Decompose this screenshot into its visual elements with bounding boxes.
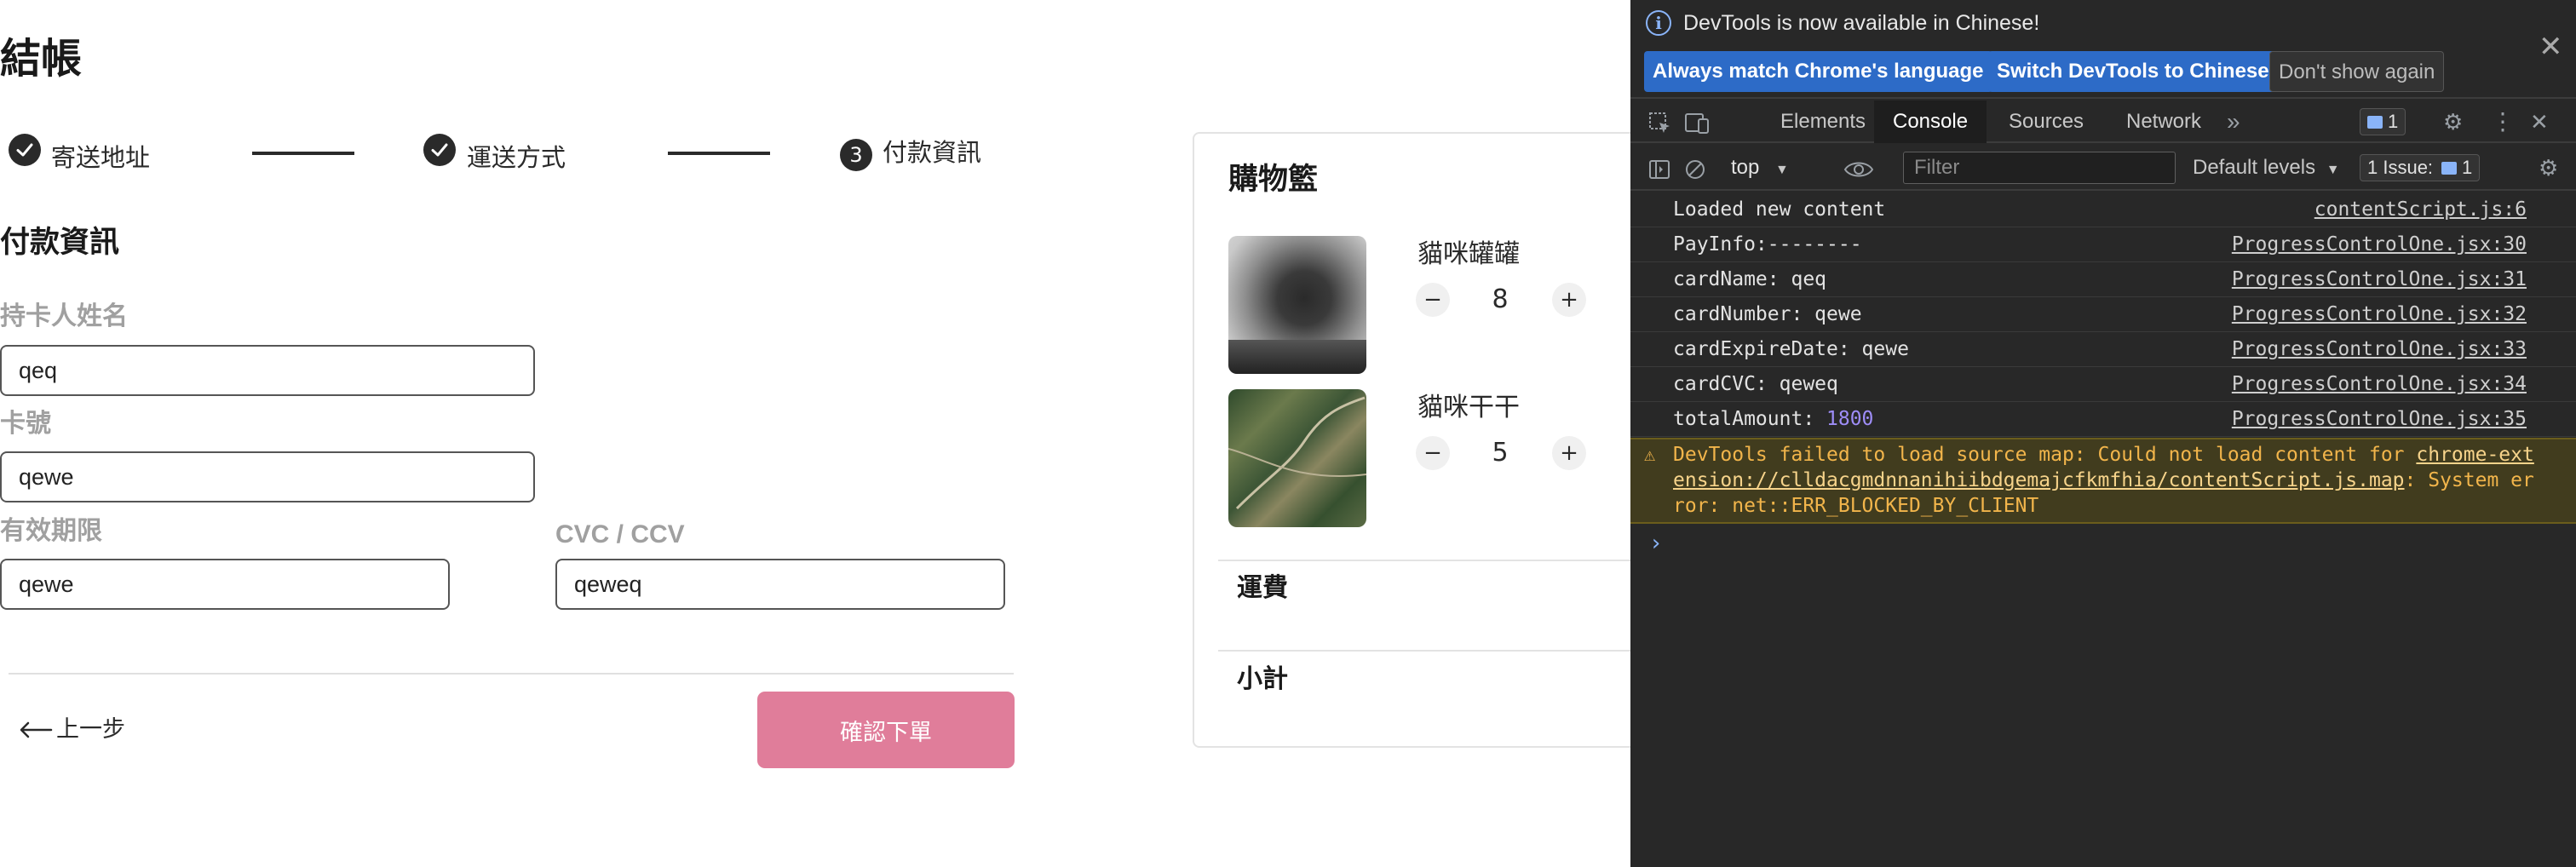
switch-to-chinese-button[interactable]: Switch DevTools to Chinese [1988,51,2278,92]
page-title: 結帳 [0,35,83,83]
tab-elements[interactable]: Elements [1770,100,1876,143]
item-quantity: 8 [1492,284,1509,314]
cart-title: 購物籃 [1228,163,1319,197]
console-log-row: totalAmount: 1800 ProgressControlOne.jsx… [1630,402,2576,437]
step-1-label: 寄送地址 [51,143,151,172]
step-3-number-icon: 3 [840,139,872,171]
notice-text: DevTools is now available in Chinese! [1683,11,2040,35]
cvc-input[interactable]: qeweq [555,559,1005,610]
decrease-qty-button[interactable]: − [1416,436,1450,470]
expire-date-input[interactable]: qewe [0,559,450,610]
messages-badge[interactable]: 1 [2360,108,2406,135]
card-number-label: 卡號 [0,409,51,439]
source-link[interactable]: ProgressControlOne.jsx:35 [2232,406,2527,432]
console-log-row: Loaded new content contentScript.js:6 [1630,192,2576,227]
step-1-check-icon [9,134,41,166]
console-log-row: cardCVC: qeweq ProgressControlOne.jsx:34 [1630,367,2576,402]
console-filter-input[interactable]: Filter [1903,152,2176,184]
close-notice-icon[interactable]: ✕ [2539,32,2563,61]
form-divider [9,673,1014,675]
message-icon [2367,115,2383,129]
step-2-label: 運送方式 [467,143,566,172]
tab-console[interactable]: Console [1874,100,1987,143]
back-label: 上一步 [56,716,125,743]
product-image-cat-can [1228,236,1366,374]
increase-qty-button[interactable]: + [1552,283,1586,317]
product-image-cat-dry-food [1228,389,1366,527]
item-quantity: 5 [1492,438,1509,468]
live-expression-eye-icon[interactable] [1843,146,1874,189]
more-options-icon[interactable]: ⋮ [2491,100,2515,143]
console-settings-gear-icon[interactable]: ⚙ [2539,146,2558,189]
card-name-input[interactable]: qeq [0,345,535,396]
inspect-element-icon[interactable] [1647,100,1673,143]
increase-qty-button[interactable]: + [1552,436,1586,470]
context-selector[interactable]: top ▼ [1731,153,1789,185]
dropdown-arrow-icon: ▼ [1775,163,1789,177]
devtools-tab-bar: Elements Console Sources Network » 1 ⚙ ⋮… [1630,100,2576,143]
console-log-row: cardName: qeq ProgressControlOne.jsx:31 [1630,262,2576,297]
device-toolbar-icon[interactable] [1683,100,1711,143]
issues-badge[interactable]: 1 Issue: 1 [2360,154,2481,181]
info-icon: i [1646,10,1671,36]
arrow-left-icon [20,721,53,738]
product-name: 貓咪干干 [1417,393,1520,422]
source-link[interactable]: ProgressControlOne.jsx:30 [2232,232,2527,257]
source-link[interactable]: ProgressControlOne.jsx:32 [2232,301,2527,327]
cart-divider [1218,650,1630,652]
console-warning-row: ⚠ DevTools failed to load source map: Co… [1630,438,2576,524]
step-3-label: 付款資訊 [883,138,982,167]
source-link[interactable]: contentScript.js:6 [2314,197,2527,222]
console-log-row: cardExpireDate: qewe ProgressControlOne.… [1630,332,2576,367]
confirm-order-button[interactable]: 確認下單 [757,692,1015,768]
console-prompt[interactable]: › [1649,526,1663,560]
back-button[interactable]: 上一步 [19,714,125,746]
cvc-label: CVC / CCV [555,520,685,548]
card-name-label: 持卡人姓名 [0,301,128,331]
issue-message-icon [2441,161,2458,175]
payment-section-title: 付款資訊 [0,226,120,260]
card-number-input[interactable]: qewe [0,451,535,502]
language-notice-bar: i DevTools is now available in Chinese! … [1630,0,2576,99]
step-2-check-icon [423,134,456,166]
checkout-page: 結帳 寄送地址 運送方式 3 付款資訊 付款資訊 持卡人姓名 qeq 卡號 qe… [0,0,1738,867]
clear-console-icon[interactable] [1683,146,1707,189]
more-tabs-icon[interactable]: » [2227,100,2240,143]
always-match-language-button[interactable]: Always match Chrome's language [1644,51,1992,92]
tab-sources[interactable]: Sources [1998,100,2094,143]
warning-icon: ⚠ [1644,445,1656,466]
source-link[interactable]: ProgressControlOne.jsx:31 [2232,267,2527,292]
console-log-row: PayInfo:-------- ProgressControlOne.jsx:… [1630,227,2576,262]
console-log-row: cardNumber: qewe ProgressControlOne.jsx:… [1630,297,2576,332]
sidebar-toggle-icon[interactable] [1647,146,1671,189]
decrease-qty-button[interactable]: − [1416,283,1450,317]
cart-divider [1218,560,1630,561]
expire-date-label: 有效期限 [0,516,102,546]
dont-show-again-button[interactable]: Don't show again [2269,51,2445,92]
step-connector [252,152,354,155]
close-devtools-icon[interactable]: ✕ [2530,100,2549,143]
step-connector [668,152,770,155]
console-output: Loaded new content contentScript.js:6 Pa… [1630,192,2576,867]
console-toolbar: top ▼ Filter Default levels ▼ 1 Issue: 1… [1630,145,2576,191]
log-levels-dropdown[interactable]: Default levels ▼ [2193,153,2340,185]
dropdown-arrow-icon: ▼ [2326,163,2340,177]
devtools-panel: i DevTools is now available in Chinese! … [1630,0,2576,867]
tab-network[interactable]: Network [2116,100,2211,143]
product-name: 貓咪罐罐 [1417,239,1520,269]
settings-gear-icon[interactable]: ⚙ [2443,100,2463,143]
subtotal-label: 小計 [1237,664,1288,694]
progress-stepper: 寄送地址 運送方式 3 付款資訊 [0,129,1022,181]
shipping-label: 運費 [1237,573,1288,603]
log-number-value: 1800 [1826,408,1874,430]
source-link[interactable]: ProgressControlOne.jsx:33 [2232,336,2527,362]
source-link[interactable]: ProgressControlOne.jsx:34 [2232,371,2527,397]
